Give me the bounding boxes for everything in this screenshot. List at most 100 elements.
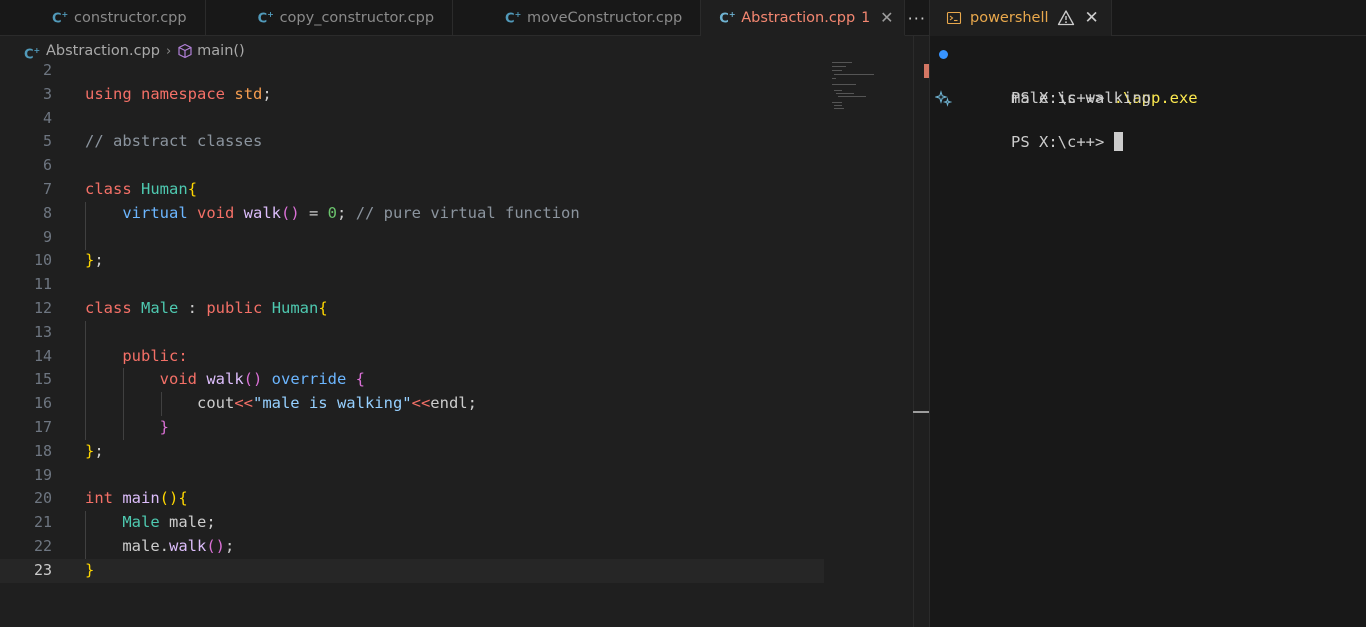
cpp-file-icon: C+: [505, 10, 522, 27]
line-number: 12: [33, 298, 52, 317]
cpp-file-icon: C+: [257, 10, 274, 27]
line-number: 14: [33, 346, 52, 365]
code-line[interactable]: 18};: [0, 440, 830, 464]
warning-icon: [1057, 10, 1074, 26]
code-token: <<: [411, 394, 431, 413]
tab-constructor[interactable]: C+ constructor.cpp: [0, 0, 206, 36]
code-token: {: [187, 179, 198, 198]
line-number: 20: [33, 489, 52, 508]
command-status-dot-icon[interactable]: [939, 50, 948, 59]
cpp-file-icon: C+: [719, 10, 736, 27]
code-line[interactable]: 9: [0, 226, 830, 250]
code-line[interactable]: 5 // abstract classes: [0, 130, 830, 154]
code-token: (): [281, 203, 300, 222]
line-source: Male male;: [85, 511, 215, 535]
code-line[interactable]: 20 int main(){: [0, 487, 830, 511]
line-number: 16: [33, 394, 52, 413]
line-source: // abstract classes: [85, 130, 262, 154]
code-line[interactable]: 23}: [0, 558, 824, 583]
code-token: int: [85, 489, 113, 508]
code-line[interactable]: 6: [0, 154, 830, 178]
tab-abstraction[interactable]: C+ Abstraction.cpp 1 ✕: [701, 0, 905, 36]
cpp-file-icon: C+: [52, 10, 69, 27]
line-source: void walk() override {: [85, 368, 365, 392]
line-number: 3: [42, 84, 52, 103]
code-token: void: [159, 370, 197, 389]
code-token: }: [159, 417, 169, 436]
code-token: main: [122, 489, 160, 508]
code-token: (): [243, 370, 263, 389]
code-editor[interactable]: 2 3 using namespace std; 4 5// abstract clas…: [0, 59, 830, 583]
code-line[interactable]: 15 void walk() override {: [0, 368, 830, 392]
line-number: 18: [33, 441, 52, 460]
editor-scrollbar-track[interactable]: [913, 36, 914, 627]
line-number: 8: [42, 203, 52, 222]
terminal-cursor: [1113, 132, 1123, 151]
code-line[interactable]: 21 Male male;: [0, 511, 830, 535]
code-token: =: [299, 203, 328, 222]
code-line[interactable]: 4: [0, 107, 830, 131]
line-number: 17: [33, 417, 52, 436]
code-token: void: [197, 203, 235, 222]
line-number: 23: [33, 560, 52, 579]
line-source: using namespace std;: [85, 83, 272, 107]
cpp-file-icon: C+: [24, 46, 41, 63]
code-token: walk: [169, 536, 207, 555]
code-line[interactable]: 2: [0, 59, 830, 83]
editor-pane: C+ constructor.cpp C+ copy_constructor.c…: [0, 0, 929, 627]
code-token: Male: [141, 298, 179, 317]
code-token: ;: [467, 394, 477, 413]
tab-powershell[interactable]: powershell ✕: [930, 0, 1112, 36]
breadcrumb-symbol[interactable]: main(): [197, 43, 245, 59]
code-line[interactable]: 3 using namespace std;: [0, 83, 830, 107]
code-line[interactable]: 12 class Male : public Human{: [0, 297, 830, 321]
code-token: Human: [271, 298, 319, 317]
code-token: cout: [196, 394, 235, 413]
terminal-pane[interactable]: powershell ✕ PS X:\c++> .\app.exe male i…: [929, 0, 1366, 627]
code-line[interactable]: 11: [0, 273, 830, 297]
code-line[interactable]: 17 }: [0, 416, 830, 440]
close-icon[interactable]: ✕: [880, 8, 893, 27]
code-line[interactable]: 16 cout<<"male is walking"<<endl;: [0, 392, 830, 416]
scrollbar-thumb[interactable]: [913, 411, 929, 413]
code-token: {: [355, 370, 366, 389]
code-line[interactable]: 13: [0, 321, 830, 345]
code-token: (): [206, 536, 225, 555]
code-line[interactable]: 19: [0, 464, 830, 488]
close-icon[interactable]: ✕: [1085, 8, 1099, 28]
minimap[interactable]: [830, 62, 914, 112]
tab-copy-constructor[interactable]: C+ copy_constructor.cpp: [206, 0, 454, 36]
line-source: class Male : public Human{: [85, 297, 328, 321]
breadcrumb-file[interactable]: Abstraction.cpp: [46, 43, 160, 59]
terminal-icon: [946, 11, 962, 25]
tab-label: moveConstructor.cpp: [527, 10, 683, 26]
code-line[interactable]: 8 virtual void walk() = 0; // pure virtu…: [0, 202, 830, 226]
sparkle-icon[interactable]: [935, 90, 952, 107]
line-source: cout<<"male is walking"<<endl;: [85, 392, 477, 416]
code-token: class: [85, 179, 132, 198]
code-token: endl: [430, 394, 468, 413]
code-token: "male is walking": [252, 394, 412, 413]
terminal-tab-bar: powershell ✕: [930, 0, 1366, 36]
code-token: ;: [94, 251, 104, 270]
tab-label: constructor.cpp: [74, 10, 187, 26]
code-token: using: [85, 84, 132, 103]
terminal-output[interactable]: PS X:\c++> .\app.exe male is walking PS …: [930, 43, 1366, 151]
code-line[interactable]: 14 public:: [0, 345, 830, 369]
tab-move-constructor[interactable]: C+ moveConstructor.cpp: [453, 0, 702, 36]
code-line[interactable]: 7 class Human{: [0, 178, 830, 202]
code-token: public: [206, 298, 263, 317]
code-line[interactable]: 22 male.walk();: [0, 535, 830, 559]
terminal-tab-label: powershell: [970, 10, 1049, 26]
more-actions-button[interactable]: ···: [905, 0, 929, 36]
code-line[interactable]: 10};: [0, 249, 830, 273]
terminal-prompt: PS X:\c++>: [1011, 133, 1114, 151]
